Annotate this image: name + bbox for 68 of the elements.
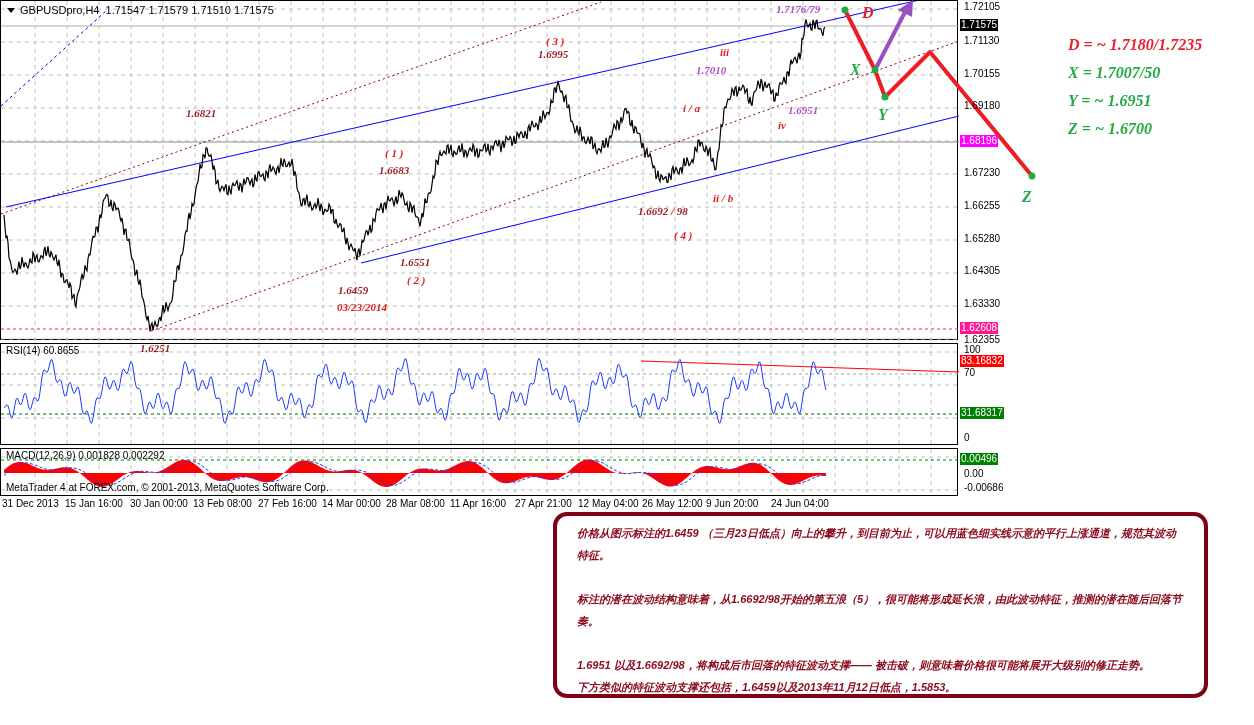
axis-label: -0.00686 [964,482,1004,494]
axis-label: 1.72105 [964,1,1001,13]
time-axis-label: 11 Apr 16:00 [450,498,506,510]
wave-annotation: 1.6951 [788,104,819,117]
wave-annotation: ( 3 ) [546,35,565,48]
commentary-text: 1.6951 以及1.6692/98，将构成后市回落的特征波动支撑—— 被击破，则意味着价格很可能将展开大级别的修正走势。 [577,658,1151,673]
wave-annotation: 1.7010 [696,64,727,77]
target-level-text: Z = ~ 1.6700 [1068,119,1153,139]
commentary-text: 价格从图示标注的1.6459 （三月23日低点）向上的攀升，到目前为止，可以用蓝色细实线示意的平行上涨通道，规范其波动特征。 [577,526,1178,563]
chart-header: GBPUSDpro,H4 1.71547 1.71579 1.71510 1.71575 [20,4,274,17]
wave-annotation: 1.6692 / 98 [638,205,688,218]
time-axis-label: 24 Jun 04:00 [771,498,829,510]
time-axis-label: 14 Mar 00:00 [322,498,381,510]
commentary-text: 下方类似的特征波动支撑还包括，1.6459以及2013年11月12日低点，1.5853。 [577,680,958,695]
axis-label: 1.65280 [964,233,1001,245]
time-axis-label: 27 Feb 16:00 [258,498,317,510]
wave-annotation: ( 2 ) [407,274,426,287]
wave-annotation: 1.6459 [338,284,369,297]
time-axis-label: 26 May 12:00 [642,498,703,510]
price-badge: 83.16832 [960,355,1004,367]
time-axis-label: 30 Jan 00:00 [130,498,188,510]
time-axis-label: 27 Apr 21:00 [515,498,572,510]
axis-label: 70 [964,367,976,379]
wave-annotation: iv [778,119,786,132]
time-axis-label: 28 Mar 08:00 [386,498,445,510]
axis-label: 0.00 [964,468,984,480]
target-level-text: D = ~ 1.7180/1.7235 [1068,35,1203,55]
time-axis-label: 31 Dec 2013 [2,498,59,510]
wave-annotation: 1.6551 [400,256,431,269]
axis-label: 1.71130 [964,35,1000,47]
copyright-text: MetaTrader 4 at FOREX.com, © 2001-2013, MetaQuotes Software Corp. [6,482,329,494]
axis-label: 1.67230 [964,167,1001,179]
time-axis-label: 15 Jan 16:00 [65,498,123,510]
wave-annotation: 1.7176/79 [776,3,821,16]
wave-annotation: 03/23/2014 [337,301,388,314]
axis-label: 1.63330 [964,298,1001,310]
axis-label: 100 [964,344,981,356]
target-level-text: X = 1.7007/50 [1068,63,1162,83]
wave-annotation: 1.6995 [538,48,569,61]
rsi-label: RSI(14) 60.8655 [6,345,80,357]
price-badge: 1.62608 [960,322,999,334]
price-badge: 0.00496 [960,453,999,465]
wave-point-letter: X [850,61,861,79]
time-axis-label: 9 Jun 20:00 [706,498,759,510]
dropdown-triangle-icon[interactable] [7,8,15,13]
commentary-text: 标注的潜在波动结构意味着，从1.6692/98开始的第五浪（5），很可能将形成延长浪，由此波动特征，推测的潜在随后回落节奏。 [577,592,1184,629]
axis-label: 1.70155 [964,68,1001,80]
wave-point-letter: Z [1022,188,1032,206]
wave-point-letter: Y [878,106,888,124]
wave-annotation: 1.6821 [186,107,217,120]
target-level-text: Y = ~ 1.6951 [1068,91,1153,111]
time-axis-label: 12 May 04:00 [578,498,639,510]
axis-label: 1.64305 [964,265,1001,277]
price-badge: 1.71575 [960,19,999,31]
macd-label: MACD(12,26,9) 0.001828 0.002292 [6,450,165,462]
wave-annotation: 1.6683 [379,164,410,177]
wave-annotation: ii / b [713,192,734,205]
wave-annotation: 1.6251 [140,342,171,355]
wave-annotation: i / a [683,102,701,115]
price-badge: 31.68317 [960,407,1004,419]
time-axis-label: 13 Feb 08:00 [193,498,252,510]
axis-label: 1.62355 [964,334,1001,345]
axis-label: 1.66255 [964,200,1001,212]
wave-annotation: ( 4 ) [674,229,693,242]
wave-annotation: ( 1 ) [385,147,404,160]
price-badge: 1.68196 [960,135,999,147]
axis-label: 0 [964,432,970,444]
wave-annotation: iii [720,46,730,59]
